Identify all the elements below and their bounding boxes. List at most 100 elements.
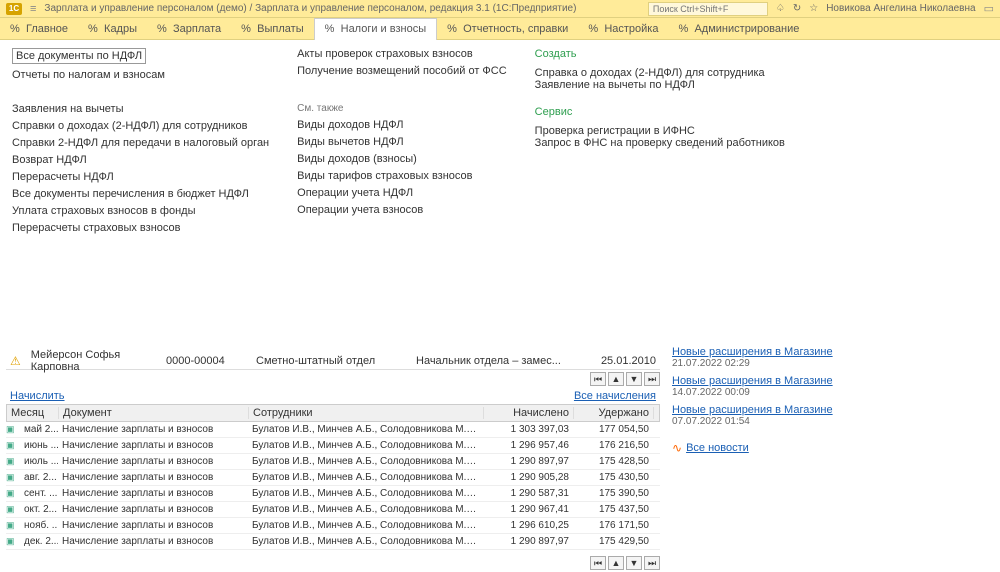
first-button[interactable]: ⏮ xyxy=(590,372,606,386)
nav-link[interactable]: Виды доходов (взносы) xyxy=(297,153,507,165)
table-row[interactable]: ▣май 2...Начисление зарплаты и взносовБу… xyxy=(6,422,660,438)
table-row[interactable]: ▣авг. 2...Начисление зарплаты и взносовБ… xyxy=(6,470,660,486)
th-month[interactable]: Месяц xyxy=(7,407,59,419)
news-date: 14.07.2022 00:09 xyxy=(672,387,992,398)
nav-link[interactable]: Операции учета НДФЛ xyxy=(297,187,507,199)
down-button-2[interactable]: ▼ xyxy=(626,556,642,570)
cell-month: окт. 2... xyxy=(20,504,58,515)
table-row[interactable]: ▣окт. 2...Начисление зарплаты и взносовБ… xyxy=(6,502,660,518)
doc-icon: ▣ xyxy=(6,424,20,435)
cell-employees: Булатов И.В., Минчев А.Б., Солодовникова… xyxy=(248,488,483,499)
menu-icon: % xyxy=(157,23,169,35)
nav-link[interactable]: Отчеты по налогам и взносам xyxy=(12,69,269,81)
first-button-2[interactable]: ⏮ xyxy=(590,556,606,570)
star-icon[interactable]: ☆ xyxy=(809,3,818,14)
menu-Зарплата[interactable]: %Зарплата xyxy=(147,18,231,40)
table-row[interactable]: ▣сент. ...Начисление зарплаты и взносовБ… xyxy=(6,486,660,502)
menu-icon[interactable]: ≡ xyxy=(30,3,36,15)
cell-deducted: 175 437,50 xyxy=(573,504,653,515)
table-row[interactable]: ▣нояб. ...Начисление зарплаты и взносовБ… xyxy=(6,518,660,534)
cell-employees: Булатов И.В., Минчев А.Б., Солодовникова… xyxy=(248,520,483,531)
cell-accrued: 1 290 967,41 xyxy=(483,504,573,515)
down-button[interactable]: ▼ xyxy=(626,372,642,386)
table-row[interactable]: ▣июль ...Начисление зарплаты и взносовБу… xyxy=(6,454,660,470)
up-button[interactable]: ▲ xyxy=(608,372,624,386)
nav-link[interactable]: Заявления на вычеты xyxy=(12,103,269,115)
warning-icon: ⚠ xyxy=(10,354,21,368)
nav-link[interactable]: Справки о доходах (2-НДФЛ) для сотрудник… xyxy=(12,120,269,132)
th-employees[interactable]: Сотрудники xyxy=(249,407,484,419)
cell-document: Начисление зарплаты и взносов xyxy=(58,456,248,467)
cell-deducted: 175 428,50 xyxy=(573,456,653,467)
minimize-icon[interactable]: ▭ xyxy=(984,2,994,15)
all-calculations-link[interactable]: Все начисления xyxy=(574,390,656,402)
nav-link[interactable]: Уплата страховых взносов в фонды xyxy=(12,205,269,217)
cell-deducted: 177 054,50 xyxy=(573,424,653,435)
history-icon[interactable]: ↻ xyxy=(793,3,801,14)
menu-icon: % xyxy=(241,23,253,35)
cell-accrued: 1 290 897,97 xyxy=(483,456,573,467)
menu-Настройка[interactable]: %Настройка xyxy=(578,18,668,40)
global-search-input[interactable] xyxy=(648,2,768,16)
th-document[interactable]: Документ xyxy=(59,407,249,419)
th-deducted[interactable]: Удержано xyxy=(574,407,654,419)
menu-icon: % xyxy=(88,23,100,35)
nav-link[interactable]: Перерасчеты НДФЛ xyxy=(12,171,269,183)
create-link[interactable]: Справка о доходах (2-НДФЛ) для сотрудник… xyxy=(535,67,785,79)
nav-link[interactable]: Виды вычетов НДФЛ xyxy=(297,136,507,148)
nav-link[interactable]: Все документы по НДФЛ xyxy=(12,48,146,64)
nav-link[interactable]: Все документы перечисления в бюджет НДФЛ xyxy=(12,188,269,200)
nav-link[interactable]: Виды доходов НДФЛ xyxy=(297,119,507,131)
cell-document: Начисление зарплаты и взносов xyxy=(58,504,248,515)
nav-link[interactable]: Операции учета взносов xyxy=(297,204,507,216)
cell-deducted: 176 171,50 xyxy=(573,520,653,531)
section-panel: Все документы по НДФЛ Отчеты по налогам и… xyxy=(0,40,1000,242)
last-button-2[interactable]: ⏭ xyxy=(644,556,660,570)
cell-month: май 2... xyxy=(20,424,58,435)
nav-link[interactable]: Акты проверок страховых взносов xyxy=(297,48,507,60)
cell-month: дек. 2... xyxy=(20,536,58,547)
cell-accrued: 1 296 957,46 xyxy=(483,440,573,451)
menu-Выплаты[interactable]: %Выплаты xyxy=(231,18,313,40)
nav-link[interactable]: Получение возмещений пособий от ФСС xyxy=(297,65,507,77)
cell-accrued: 1 303 397,03 xyxy=(483,424,573,435)
bell-icon[interactable]: ♤ xyxy=(776,3,785,14)
create-link[interactable]: Заявление на вычеты по НДФЛ xyxy=(535,79,785,91)
menu-Кадры[interactable]: %Кадры xyxy=(78,18,147,40)
nav-link[interactable]: Возврат НДФЛ xyxy=(12,154,269,166)
app-logo: 1C xyxy=(6,3,22,15)
cell-month: авг. 2... xyxy=(20,472,58,483)
menu-Отчетность, справки[interactable]: %Отчетность, справки xyxy=(437,18,578,40)
news-link[interactable]: Новые расширения в Магазине xyxy=(672,404,833,416)
nav-link[interactable]: Виды тарифов страховых взносов xyxy=(297,170,507,182)
cell-deducted: 175 390,50 xyxy=(573,488,653,499)
th-accrued[interactable]: Начислено xyxy=(484,407,574,419)
nav-link[interactable]: См. также xyxy=(297,103,507,114)
table-row[interactable]: ▣июнь ...Начисление зарплаты и взносовБу… xyxy=(6,438,660,454)
service-link[interactable]: Проверка регистрации в ИФНС xyxy=(535,125,785,137)
user-label[interactable]: Новикова Ангелина Николаевна xyxy=(826,3,975,14)
person-row[interactable]: ⚠ Мейерсон Софья Карповна 0000-00004 Сме… xyxy=(6,352,660,370)
up-button-2[interactable]: ▲ xyxy=(608,556,624,570)
cell-deducted: 175 429,50 xyxy=(573,536,653,547)
news-link[interactable]: Новые расширения в Магазине xyxy=(672,346,833,358)
last-button[interactable]: ⏭ xyxy=(644,372,660,386)
cell-accrued: 1 290 587,31 xyxy=(483,488,573,499)
nav-link[interactable]: Перерасчеты страховых взносов xyxy=(12,222,269,234)
nav-link[interactable]: Справки 2-НДФЛ для передачи в налоговый … xyxy=(12,137,269,149)
menu-Налоги и взносы[interactable]: %Налоги и взносы xyxy=(314,18,438,40)
window-title: Зарплата и управление персоналом (демо) … xyxy=(44,3,639,14)
table-row[interactable]: ▣дек. 2...Начисление зарплаты и взносовБ… xyxy=(6,534,660,550)
cell-deducted: 176 216,50 xyxy=(573,440,653,451)
service-link[interactable]: Запрос в ФНС на проверку сведений работн… xyxy=(535,137,785,149)
menu-icon: % xyxy=(678,23,690,35)
cell-accrued: 1 296 610,25 xyxy=(483,520,573,531)
rss-icon[interactable]: ∿ xyxy=(672,441,682,455)
menu-Администрирование[interactable]: %Администрирование xyxy=(668,18,809,40)
cell-employees: Булатов И.В., Минчев А.Б., Солодовникова… xyxy=(248,472,483,483)
calculate-link[interactable]: Начислить xyxy=(10,390,65,402)
news-link[interactable]: Новые расширения в Магазине xyxy=(672,375,833,387)
cell-document: Начисление зарплаты и взносов xyxy=(58,536,248,547)
all-news-link[interactable]: Все новости xyxy=(686,442,749,454)
menu-Главное[interactable]: %Главное xyxy=(0,18,78,40)
